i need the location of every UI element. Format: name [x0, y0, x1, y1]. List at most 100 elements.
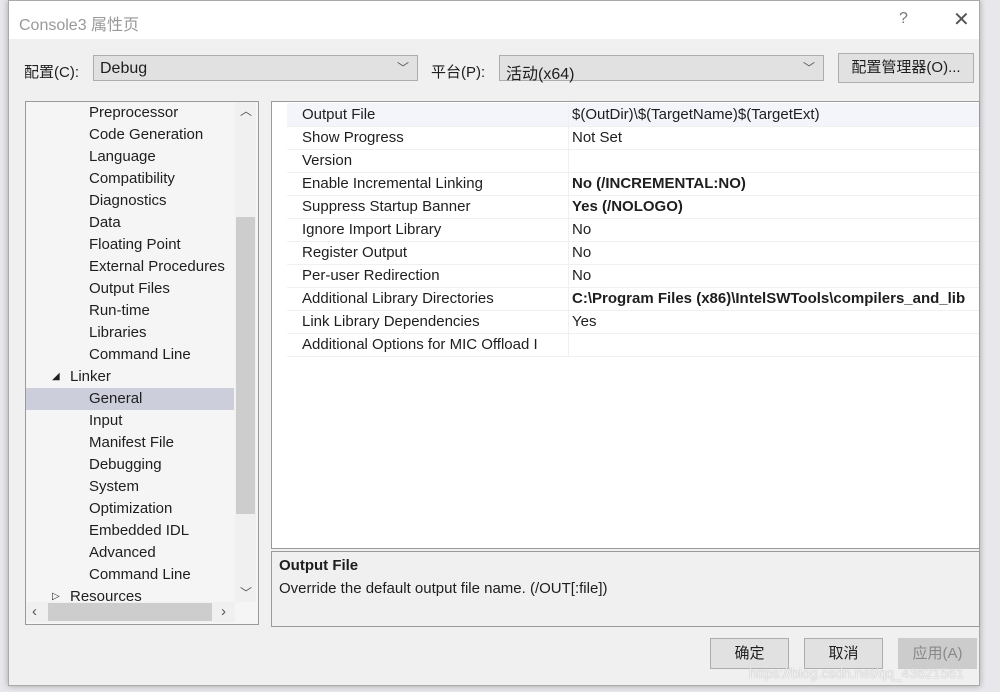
- tree-item[interactable]: External Procedures: [26, 256, 234, 278]
- tree-item[interactable]: Advanced: [26, 542, 234, 564]
- scrollbar-thumb[interactable]: [236, 217, 255, 514]
- property-value[interactable]: C:\Program Files (x86)\IntelSWTools\comp…: [568, 287, 965, 310]
- property-value[interactable]: [568, 149, 572, 172]
- property-row[interactable]: Per-user Redirection No: [287, 264, 979, 288]
- property-value[interactable]: [568, 333, 572, 356]
- property-row[interactable]: Enable Incremental Linking No (/INCREMENT…: [287, 172, 979, 196]
- tree-item[interactable]: Debugging: [26, 454, 234, 476]
- property-row[interactable]: Additional Options for MIC Offload I: [287, 333, 979, 357]
- tree-item-label: Preprocessor: [89, 104, 179, 121]
- property-value[interactable]: No: [568, 218, 591, 241]
- property-name: Register Output: [302, 244, 408, 261]
- window-title: Console3 属性页: [19, 17, 140, 34]
- property-name: Additional Library Directories: [302, 290, 494, 307]
- property-value[interactable]: No (/INCREMENTAL:NO): [568, 172, 746, 195]
- property-name: Show Progress: [302, 129, 404, 146]
- property-grid: Output File $(OutDir)\$(TargetName)$(Targ…: [271, 101, 980, 549]
- chevron-down-icon: ﹀: [802, 61, 815, 75]
- config-select[interactable]: Debug ﹀: [93, 55, 418, 81]
- tree-item[interactable]: Preprocessor: [26, 102, 234, 124]
- description-panel: Output File Override the default output …: [271, 551, 980, 627]
- tree-item-label: Libraries: [89, 324, 147, 341]
- property-name: Output File: [302, 106, 376, 123]
- platform-label: 平台(P):: [431, 64, 486, 81]
- config-manager-button[interactable]: 配置管理器(O)...: [838, 53, 974, 83]
- property-value[interactable]: Yes (/NOLOGO): [568, 195, 683, 218]
- tree-item-label: Run-time: [89, 302, 150, 319]
- tree-item-label: Optimization: [89, 500, 173, 517]
- property-value[interactable]: No: [568, 241, 591, 264]
- watermark: https://blog.csdn.net/qq_43621561: [749, 665, 964, 681]
- tree-item[interactable]: Diagnostics: [26, 190, 234, 212]
- tree-item[interactable]: Language: [26, 146, 234, 168]
- property-name: Version: [302, 152, 353, 169]
- horizontal-scrollbar[interactable]: ‹ ›: [26, 602, 235, 622]
- expanded-arrow-icon[interactable]: ◢: [52, 366, 60, 388]
- property-row[interactable]: Version: [287, 149, 979, 173]
- tree-item[interactable]: Compatibility: [26, 168, 234, 190]
- tree-item[interactable]: Optimization: [26, 498, 234, 520]
- scroll-left-icon[interactable]: ‹: [32, 603, 37, 620]
- tree-item-label: General: [89, 390, 143, 407]
- description-text: Override the default output file name. (…: [279, 580, 608, 597]
- property-value[interactable]: $(OutDir)\$(TargetName)$(TargetExt): [568, 103, 820, 126]
- tree-item-label: Diagnostics: [89, 192, 167, 209]
- tree-item-label: Code Generation: [89, 126, 204, 143]
- scrollbar-thumb[interactable]: [48, 603, 212, 621]
- property-name: Per-user Redirection: [302, 267, 440, 284]
- tree-item-label: System: [89, 478, 140, 495]
- property-name: Enable Incremental Linking: [302, 175, 483, 192]
- title-bar: Console3 属性页 ? ✕: [9, 1, 979, 39]
- settings-tree: Preprocessor Code Generation Language Compa…: [25, 101, 259, 625]
- property-row[interactable]: Register Output No: [287, 241, 979, 265]
- tree-item-label: Command Line: [89, 346, 191, 363]
- property-row[interactable]: Link Library Dependencies Yes: [287, 310, 979, 334]
- tree-item[interactable]: Data: [26, 212, 234, 234]
- property-row[interactable]: Suppress Startup Banner Yes (/NOLOGO): [287, 195, 979, 219]
- config-label: 配置(C):: [24, 64, 79, 81]
- config-value: Debug: [100, 60, 148, 77]
- tree-item-label: Embedded IDL: [89, 522, 190, 539]
- property-row[interactable]: Ignore Import Library No: [287, 218, 979, 242]
- property-row[interactable]: Output File $(OutDir)\$(TargetName)$(Targ…: [287, 103, 979, 127]
- tree-item-label: Output Files: [89, 280, 170, 297]
- tree-item-label: Floating Point: [89, 236, 181, 253]
- tree-item[interactable]: General: [26, 388, 234, 410]
- tree-item-label: Manifest File: [89, 434, 175, 451]
- close-button[interactable]: ✕: [953, 7, 970, 32]
- tree-item[interactable]: Command Line: [26, 564, 234, 586]
- tree-item[interactable]: Floating Point: [26, 234, 234, 256]
- tree-item[interactable]: Code Generation: [26, 124, 234, 146]
- tree-item-label: Linker: [70, 368, 111, 385]
- tree-item[interactable]: System: [26, 476, 234, 498]
- property-value[interactable]: No: [568, 264, 591, 287]
- scroll-down-icon[interactable]: ﹀: [240, 584, 252, 601]
- description-title: Output File: [279, 557, 359, 574]
- property-pages-dialog: Console3 属性页 ? ✕ 配置(C): Debug ﹀ 平台(P): 活动…: [8, 0, 980, 686]
- platform-select[interactable]: 活动(x64) ﹀: [499, 55, 824, 83]
- property-row[interactable]: Additional Library Directories C:\Program…: [287, 287, 979, 311]
- property-name: Suppress Startup Banner: [302, 198, 471, 215]
- tree-item-label: Language: [89, 148, 156, 165]
- help-button[interactable]: ?: [899, 10, 908, 28]
- tree-item-label: Advanced: [89, 544, 156, 561]
- chevron-down-icon: ﹀: [396, 61, 409, 75]
- tree-item[interactable]: ◢ Linker: [26, 366, 234, 388]
- tree-item[interactable]: Libraries: [26, 322, 234, 344]
- property-value[interactable]: Not Set: [568, 126, 622, 149]
- tree-item[interactable]: Output Files: [26, 278, 234, 300]
- tree-item[interactable]: Manifest File: [26, 432, 234, 454]
- scroll-up-icon[interactable]: ︿: [240, 102, 252, 119]
- property-name: Ignore Import Library: [302, 221, 442, 238]
- tree-item[interactable]: Command Line: [26, 344, 234, 366]
- tree-item-label: Data: [89, 214, 121, 231]
- tree-item-label: Input: [89, 412, 123, 429]
- property-row[interactable]: Show Progress Not Set: [287, 126, 979, 150]
- scroll-right-icon[interactable]: ›: [221, 603, 226, 620]
- property-value[interactable]: Yes: [568, 310, 596, 333]
- tree-item[interactable]: Embedded IDL: [26, 520, 234, 542]
- tree-item-label: Debugging: [89, 456, 162, 473]
- tree-item[interactable]: Input: [26, 410, 234, 432]
- tree-item[interactable]: Run-time: [26, 300, 234, 322]
- vertical-scrollbar[interactable]: ︿ ﹀: [235, 102, 256, 602]
